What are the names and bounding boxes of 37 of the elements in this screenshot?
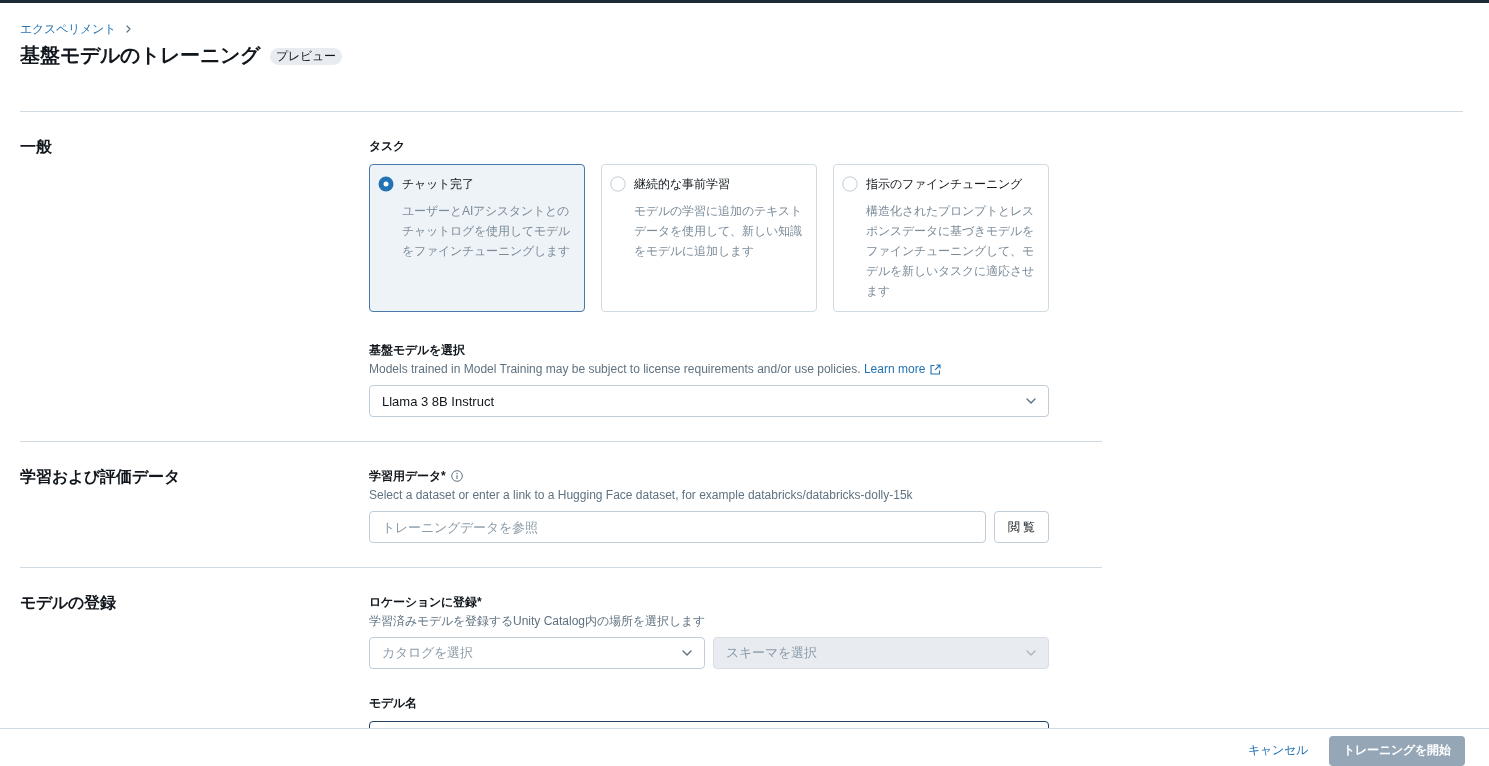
breadcrumb-link[interactable]: エクスペリメント xyxy=(20,20,116,38)
learn-more-link[interactable]: Learn more xyxy=(863,360,942,378)
option-title: チャット完了 xyxy=(402,176,474,193)
select-field[interactable]: Llama 3 8B Instruct xyxy=(369,385,1049,417)
field-label: 基盤モデルを選択 xyxy=(369,342,465,359)
option-title: 指示のファインチューニング xyxy=(866,176,1022,193)
option-description: モデルの学習に追加のテキストデータを使用して、新しい知識をモデルに追加します xyxy=(634,203,803,260)
section-title: 学習および評価データ xyxy=(20,467,180,487)
field-label: モデル名 xyxy=(369,695,417,712)
section-title: 一般 xyxy=(20,137,52,157)
preview-badge: プレビュー xyxy=(270,48,342,65)
hint-text: Select a dataset or enter a link to a Hugging Face dataset, for example databricks/databricks-dolly-15k xyxy=(369,487,913,504)
chevron-right-icon xyxy=(126,25,131,33)
field-label: 学習用データ* xyxy=(369,468,446,485)
hint-text: Models trained in Model Training may be subject to license requirements and/or use policies. Learn more xyxy=(369,360,942,378)
page-title: 基盤モデルのトレーニング xyxy=(20,43,260,68)
field-label: タスク xyxy=(369,138,405,155)
chevron-down-icon xyxy=(1026,398,1036,404)
task-option-card[interactable]: 指示のファインチューニング 構造化されたプロンプトとレスポンスデータに基づきモデルをファインチューニングして、モデルを新しいタスクに適応させます xyxy=(833,164,1049,312)
task-option-card[interactable]: 継続的な事前学習 モデルの学習に追加のテキストデータを使用して、新しい知識をモデルに追加します xyxy=(601,164,817,312)
option-title: 継続的な事前学習 xyxy=(634,176,730,193)
radio-icon[interactable] xyxy=(842,176,858,192)
hint-text: 学習済みモデルを登録するUnity Catalog内の場所を選択します xyxy=(369,613,706,630)
browse-button[interactable]: 閲 覧 xyxy=(994,511,1049,543)
radio-icon[interactable] xyxy=(378,176,394,192)
info-icon[interactable] xyxy=(450,470,463,482)
chevron-down-icon xyxy=(682,650,692,656)
external-link-icon xyxy=(930,363,942,375)
option-description: ユーザーとAIアシスタントとのチャットログを使用してモデルをファインチューニングします xyxy=(402,203,571,260)
task-option-card[interactable]: チャット完了 ユーザーとAIアシスタントとのチャットログを使用してモデルをファインチューニングします xyxy=(369,164,585,312)
select-field[interactable]: カタログを選択 xyxy=(369,637,705,669)
field-label: ロケーションに登録* xyxy=(369,594,482,611)
option-description: 構造化されたプロンプトとレスポンスデータに基づきモデルをファインチューニングして、モデルを新しいタスクに適応させます xyxy=(866,203,1035,300)
section-title: モデルの登録 xyxy=(20,593,116,613)
cancel-button[interactable]: キャンセル xyxy=(1248,742,1308,759)
radio-icon[interactable] xyxy=(610,176,626,192)
chevron-down-icon xyxy=(1026,650,1036,656)
